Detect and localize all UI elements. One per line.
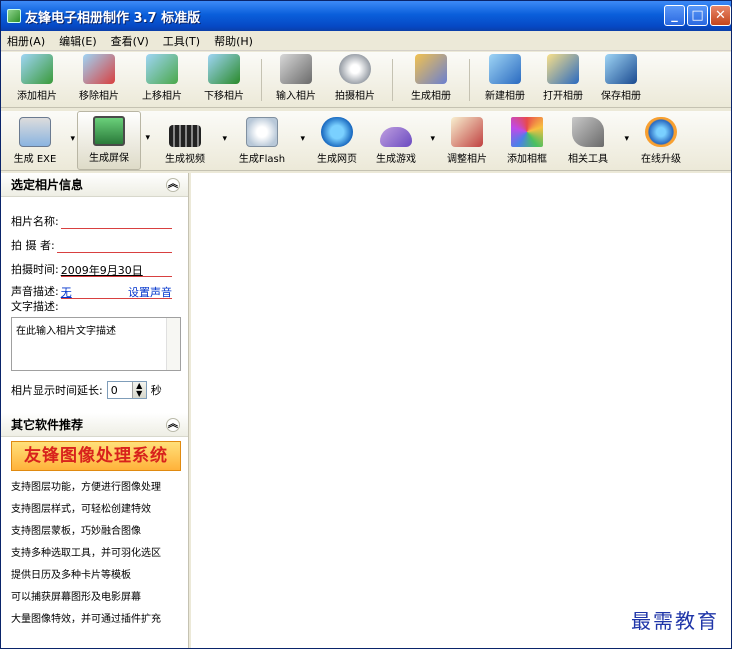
sound-field: 声音描述: 无 设置声音 xyxy=(11,285,172,299)
display-delay-row: 相片显示时间延长: 0 ▲ ▼ 秒 xyxy=(11,381,162,399)
move-down-photo-icon xyxy=(208,54,240,84)
chevron-down-icon[interactable]: ▾ xyxy=(300,134,305,144)
import-photo-icon xyxy=(280,54,312,84)
adjust-photo-button[interactable]: 调整相片 xyxy=(437,111,497,170)
photo-info-header[interactable]: 选定相片信息 ︽ xyxy=(1,173,188,197)
build-album-button[interactable]: 生成相册 xyxy=(399,52,463,107)
flash-icon xyxy=(246,117,278,147)
promo-line: 支持图层样式，可轻松创建特效 xyxy=(11,504,151,515)
move-down-photo-button[interactable]: 下移相片 xyxy=(193,52,255,107)
menu-tools[interactable]: 工具(T) xyxy=(163,33,200,49)
close-icon[interactable]: ✕ xyxy=(710,5,731,26)
collapse-icon[interactable]: ︽ xyxy=(166,177,180,192)
photographer-field: 拍 摄 者: xyxy=(1,229,188,253)
webpage-icon xyxy=(321,117,353,147)
title-bar[interactable]: 友锋电子相册制作 3.7 标准版 _ □ ✕ xyxy=(1,1,731,31)
promo-line: 大量图像特效，并可通过插件扩充 xyxy=(11,614,161,625)
chevron-down-icon[interactable]: ▾ xyxy=(222,134,227,144)
chevron-down-icon[interactable]: ▾ xyxy=(624,134,629,144)
scrollbar[interactable] xyxy=(166,318,180,370)
upgrade-icon xyxy=(645,117,677,147)
build-exe-button[interactable]: 生成 EXE ▾ xyxy=(5,111,75,170)
toolbar-separator xyxy=(261,59,262,101)
adjust-photo-icon xyxy=(451,117,483,147)
photo-name-input[interactable] xyxy=(60,216,172,229)
open-album-button[interactable]: 打开相册 xyxy=(534,52,592,107)
webcam-icon xyxy=(339,54,371,84)
promo-line: 支持图层功能，方便进行图像处理 xyxy=(11,482,161,493)
online-upgrade-button[interactable]: 在线升级 xyxy=(631,111,691,170)
menu-edit[interactable]: 编辑(E) xyxy=(59,33,97,49)
promo-line: 支持图层蒙板，巧妙融合图像 xyxy=(11,526,141,537)
maximize-icon[interactable]: □ xyxy=(687,5,708,26)
photo-name-field: 相片名称: xyxy=(1,205,188,229)
window-title: 友锋电子相册制作 3.7 标准版 xyxy=(25,10,201,26)
menu-help[interactable]: 帮助(H) xyxy=(214,33,253,49)
build-album-icon xyxy=(415,54,447,84)
delay-stepper[interactable]: 0 ▲ ▼ xyxy=(106,381,147,399)
frame-icon xyxy=(511,117,543,147)
tools-icon xyxy=(572,117,604,147)
new-album-button[interactable]: 新建相册 xyxy=(476,52,534,107)
build-screensaver-button[interactable]: 生成屏保 ▾ xyxy=(77,111,150,170)
move-up-photo-button[interactable]: 上移相片 xyxy=(131,52,193,107)
text-desc-field: 文字描述: xyxy=(11,300,59,313)
menu-view[interactable]: 查看(V) xyxy=(111,33,149,49)
related-tools-button[interactable]: 相关工具 ▾ xyxy=(557,111,629,170)
app-icon[interactable] xyxy=(7,9,21,23)
remove-photo-button[interactable]: 移除相片 xyxy=(67,52,131,107)
stepper-arrows-icon[interactable]: ▲ ▼ xyxy=(131,382,146,398)
promo-banner[interactable]: 友锋图像处理系统 xyxy=(11,441,181,471)
build-flash-button[interactable]: 生成Flash ▾ xyxy=(229,111,305,170)
add-frame-button[interactable]: 添加相框 xyxy=(497,111,557,170)
remove-photo-icon xyxy=(83,54,115,84)
watermark: 最需教育 xyxy=(631,609,719,633)
main-toolbar: 添加相片 移除相片 上移相片 下移相片 输入相片 拍摄相片 生成相册 新建相册 … xyxy=(1,52,731,108)
photographer-input[interactable] xyxy=(56,240,172,253)
video-icon xyxy=(169,125,201,147)
open-album-icon xyxy=(547,54,579,84)
add-photo-icon xyxy=(21,54,53,84)
screensaver-icon xyxy=(93,116,125,146)
app-window: 友锋电子相册制作 3.7 标准版 _ □ ✕ 相册(A) 编辑(E) 查看(V)… xyxy=(0,0,732,649)
chevron-down-icon[interactable]: ▾ xyxy=(145,133,150,143)
import-photo-button[interactable]: 输入相片 xyxy=(268,52,324,107)
recommend-header[interactable]: 其它软件推荐 ︽ xyxy=(1,413,188,437)
set-sound-link[interactable]: 设置声音 xyxy=(128,286,172,299)
take-photo-button[interactable]: 拍摄相片 xyxy=(324,52,386,107)
menu-bar: 相册(A) 编辑(E) 查看(V) 工具(T) 帮助(H) xyxy=(1,31,731,51)
build-webpage-button[interactable]: 生成网页 xyxy=(307,111,367,170)
promo-line: 提供日历及多种卡片等模板 xyxy=(11,570,131,581)
add-photo-button[interactable]: 添加相片 xyxy=(7,52,67,107)
minimize-icon[interactable]: _ xyxy=(664,5,685,26)
build-game-button[interactable]: 生成游戏 ▾ xyxy=(367,111,435,170)
date-field: 拍摄时间: 2009年9月30日 xyxy=(1,253,188,277)
promo-line: 可以捕获屏幕图形及电影屏幕 xyxy=(11,592,141,603)
text-description-input[interactable]: 在此输入相片文字描述 xyxy=(11,317,181,371)
chevron-down-icon[interactable]: ▾ xyxy=(430,134,435,144)
photo-workspace[interactable]: 最需教育 xyxy=(191,173,731,648)
move-up-photo-icon xyxy=(146,54,178,84)
chevron-down-icon[interactable]: ▾ xyxy=(70,134,75,144)
toolbar-separator xyxy=(392,59,393,101)
exe-icon xyxy=(19,117,51,147)
collapse-icon[interactable]: ︽ xyxy=(166,417,180,432)
toolbar-separator xyxy=(469,59,470,101)
sound-value[interactable]: 无 xyxy=(61,286,72,299)
build-video-button[interactable]: 生成视频 ▾ xyxy=(153,111,227,170)
new-album-icon xyxy=(489,54,521,84)
promo-line: 支持多种选取工具，并可羽化选区 xyxy=(11,548,161,559)
side-panel: 选定相片信息 ︽ 相片名称: 拍 摄 者: 拍摄时间: 2009年9月30日 声… xyxy=(1,173,189,648)
save-album-button[interactable]: 保存相册 xyxy=(592,52,650,107)
output-toolbar: 生成 EXE ▾ 生成屏保 ▾ 生成视频 ▾ 生成Flash ▾ 生成网页 生成… xyxy=(1,111,731,171)
save-album-icon xyxy=(605,54,637,84)
game-icon xyxy=(380,127,412,147)
menu-album[interactable]: 相册(A) xyxy=(7,33,45,49)
date-input[interactable]: 2009年9月30日 xyxy=(60,264,172,277)
